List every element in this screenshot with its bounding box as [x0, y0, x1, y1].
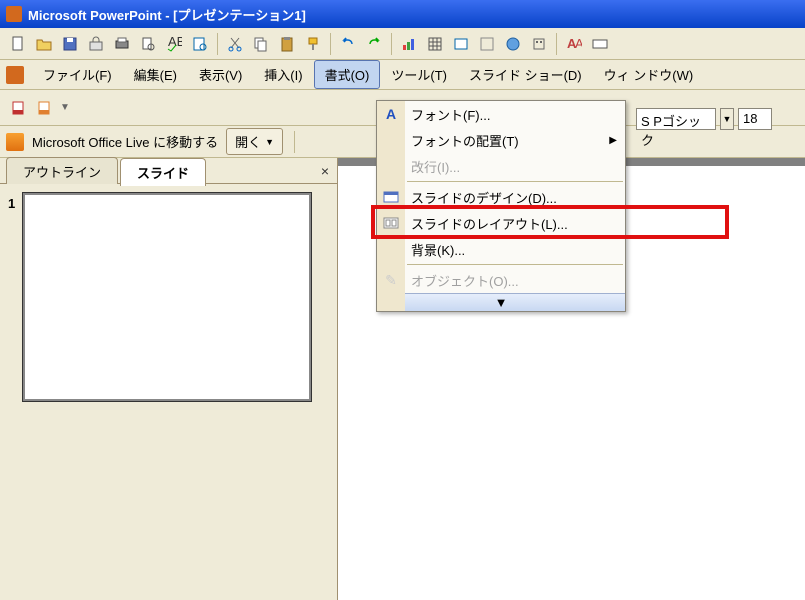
- font-selector: S Pゴシック ▼ 18: [636, 108, 772, 130]
- undo-button[interactable]: [336, 32, 360, 56]
- thumbnail-area: 1: [0, 184, 337, 600]
- app-icon: [6, 6, 22, 22]
- tables-borders-button[interactable]: [475, 32, 499, 56]
- menu-slideshow[interactable]: スライド ショー(D): [458, 60, 593, 89]
- window-title: Microsoft PowerPoint - [プレゼンテーション1]: [28, 5, 306, 24]
- powerpoint-logo-icon: [6, 66, 24, 84]
- menu-tools[interactable]: ツール(T): [380, 60, 458, 89]
- research-button[interactable]: [188, 32, 212, 56]
- toolbar-separator: [330, 33, 331, 55]
- toolbar-separator: [294, 131, 295, 153]
- save-button[interactable]: [58, 32, 82, 56]
- tab-slide[interactable]: スライド: [120, 158, 206, 186]
- object-icon: ✎: [382, 271, 400, 289]
- slide-design-icon: [382, 188, 400, 206]
- standard-toolbar: ABC AA: [0, 28, 805, 60]
- print-button[interactable]: [110, 32, 134, 56]
- slide-layout-icon: [382, 214, 400, 232]
- menu-slide-layout[interactable]: スライドのレイアウト(L)...: [377, 210, 625, 236]
- toolbar-separator: [391, 33, 392, 55]
- print-preview-button[interactable]: [136, 32, 160, 56]
- menu-edit[interactable]: 編集(E): [123, 60, 188, 89]
- cut-button[interactable]: [223, 32, 247, 56]
- menu-expand-button[interactable]: ▼: [377, 293, 625, 311]
- font-icon: A: [382, 105, 400, 123]
- copy-button[interactable]: [249, 32, 273, 56]
- chart-button[interactable]: [397, 32, 421, 56]
- format-menu-dropdown: A フォント(F)... フォントの配置(T) ▶ 改行(I)... スライドの…: [376, 100, 626, 312]
- expand-button[interactable]: [527, 32, 551, 56]
- font-size-button[interactable]: AA: [562, 32, 586, 56]
- toolbar-separator: [556, 33, 557, 55]
- menu-slide-design[interactable]: スライドのデザイン(D)...: [377, 184, 625, 210]
- panel-close-button[interactable]: ×: [321, 163, 329, 179]
- insert-table-button[interactable]: [449, 32, 473, 56]
- slide-thumbnail[interactable]: [22, 192, 312, 402]
- pdf-red-button[interactable]: [6, 96, 30, 120]
- menu-view[interactable]: 表示(V): [188, 60, 253, 89]
- title-bar: Microsoft PowerPoint - [プレゼンテーション1]: [0, 0, 805, 28]
- redo-button[interactable]: [362, 32, 386, 56]
- menu-window[interactable]: ウィ ンドウ(W): [593, 60, 705, 89]
- svg-text:A: A: [575, 36, 582, 51]
- menu-background[interactable]: 背景(K)...: [377, 236, 625, 262]
- menu-line-break: 改行(I)...: [377, 153, 625, 179]
- font-name-input[interactable]: S Pゴシック: [636, 108, 716, 130]
- submenu-arrow-icon: ▶: [609, 135, 617, 146]
- menu-object: ✎ オブジェクト(O)...: [377, 267, 625, 293]
- open-button[interactable]: [32, 32, 56, 56]
- slide-number: 1: [8, 192, 22, 592]
- office-live-icon: [6, 133, 24, 151]
- tab-outline[interactable]: アウトライン: [6, 157, 118, 185]
- font-size-input[interactable]: 18: [738, 108, 772, 130]
- format-painter-button[interactable]: [301, 32, 325, 56]
- office-live-label: Microsoft Office Live に移動する: [32, 132, 218, 151]
- menu-format[interactable]: 書式(O): [314, 60, 381, 89]
- open-button[interactable]: 開く▼: [226, 128, 283, 155]
- paste-button[interactable]: [275, 32, 299, 56]
- menu-insert[interactable]: 挿入(I): [253, 60, 313, 89]
- menu-font-alignment[interactable]: フォントの配置(T) ▶: [377, 127, 625, 153]
- table-button[interactable]: [423, 32, 447, 56]
- spelling-button[interactable]: ABC: [162, 32, 186, 56]
- menu-separator: [407, 181, 623, 182]
- menu-bar: ファイル(F) 編集(E) 表示(V) 挿入(I) 書式(O) ツール(T) ス…: [0, 60, 805, 90]
- panel-tabs: アウトライン スライド ×: [0, 158, 337, 184]
- toolbar-separator: [217, 33, 218, 55]
- dropdown-arrow-icon[interactable]: ▼: [60, 102, 70, 113]
- new-button[interactable]: [6, 32, 30, 56]
- slides-panel: アウトライン スライド × 1: [0, 158, 338, 600]
- permission-button[interactable]: [84, 32, 108, 56]
- menu-separator: [407, 264, 623, 265]
- svg-text:ABC: ABC: [168, 36, 182, 49]
- menu-file[interactable]: ファイル(F): [32, 60, 123, 89]
- font-name-dropdown-button[interactable]: ▼: [720, 108, 734, 130]
- pdf-orange-button[interactable]: [32, 96, 56, 120]
- menu-font[interactable]: A フォント(F)...: [377, 101, 625, 127]
- zoom-button[interactable]: [588, 32, 612, 56]
- hyperlink-button[interactable]: [501, 32, 525, 56]
